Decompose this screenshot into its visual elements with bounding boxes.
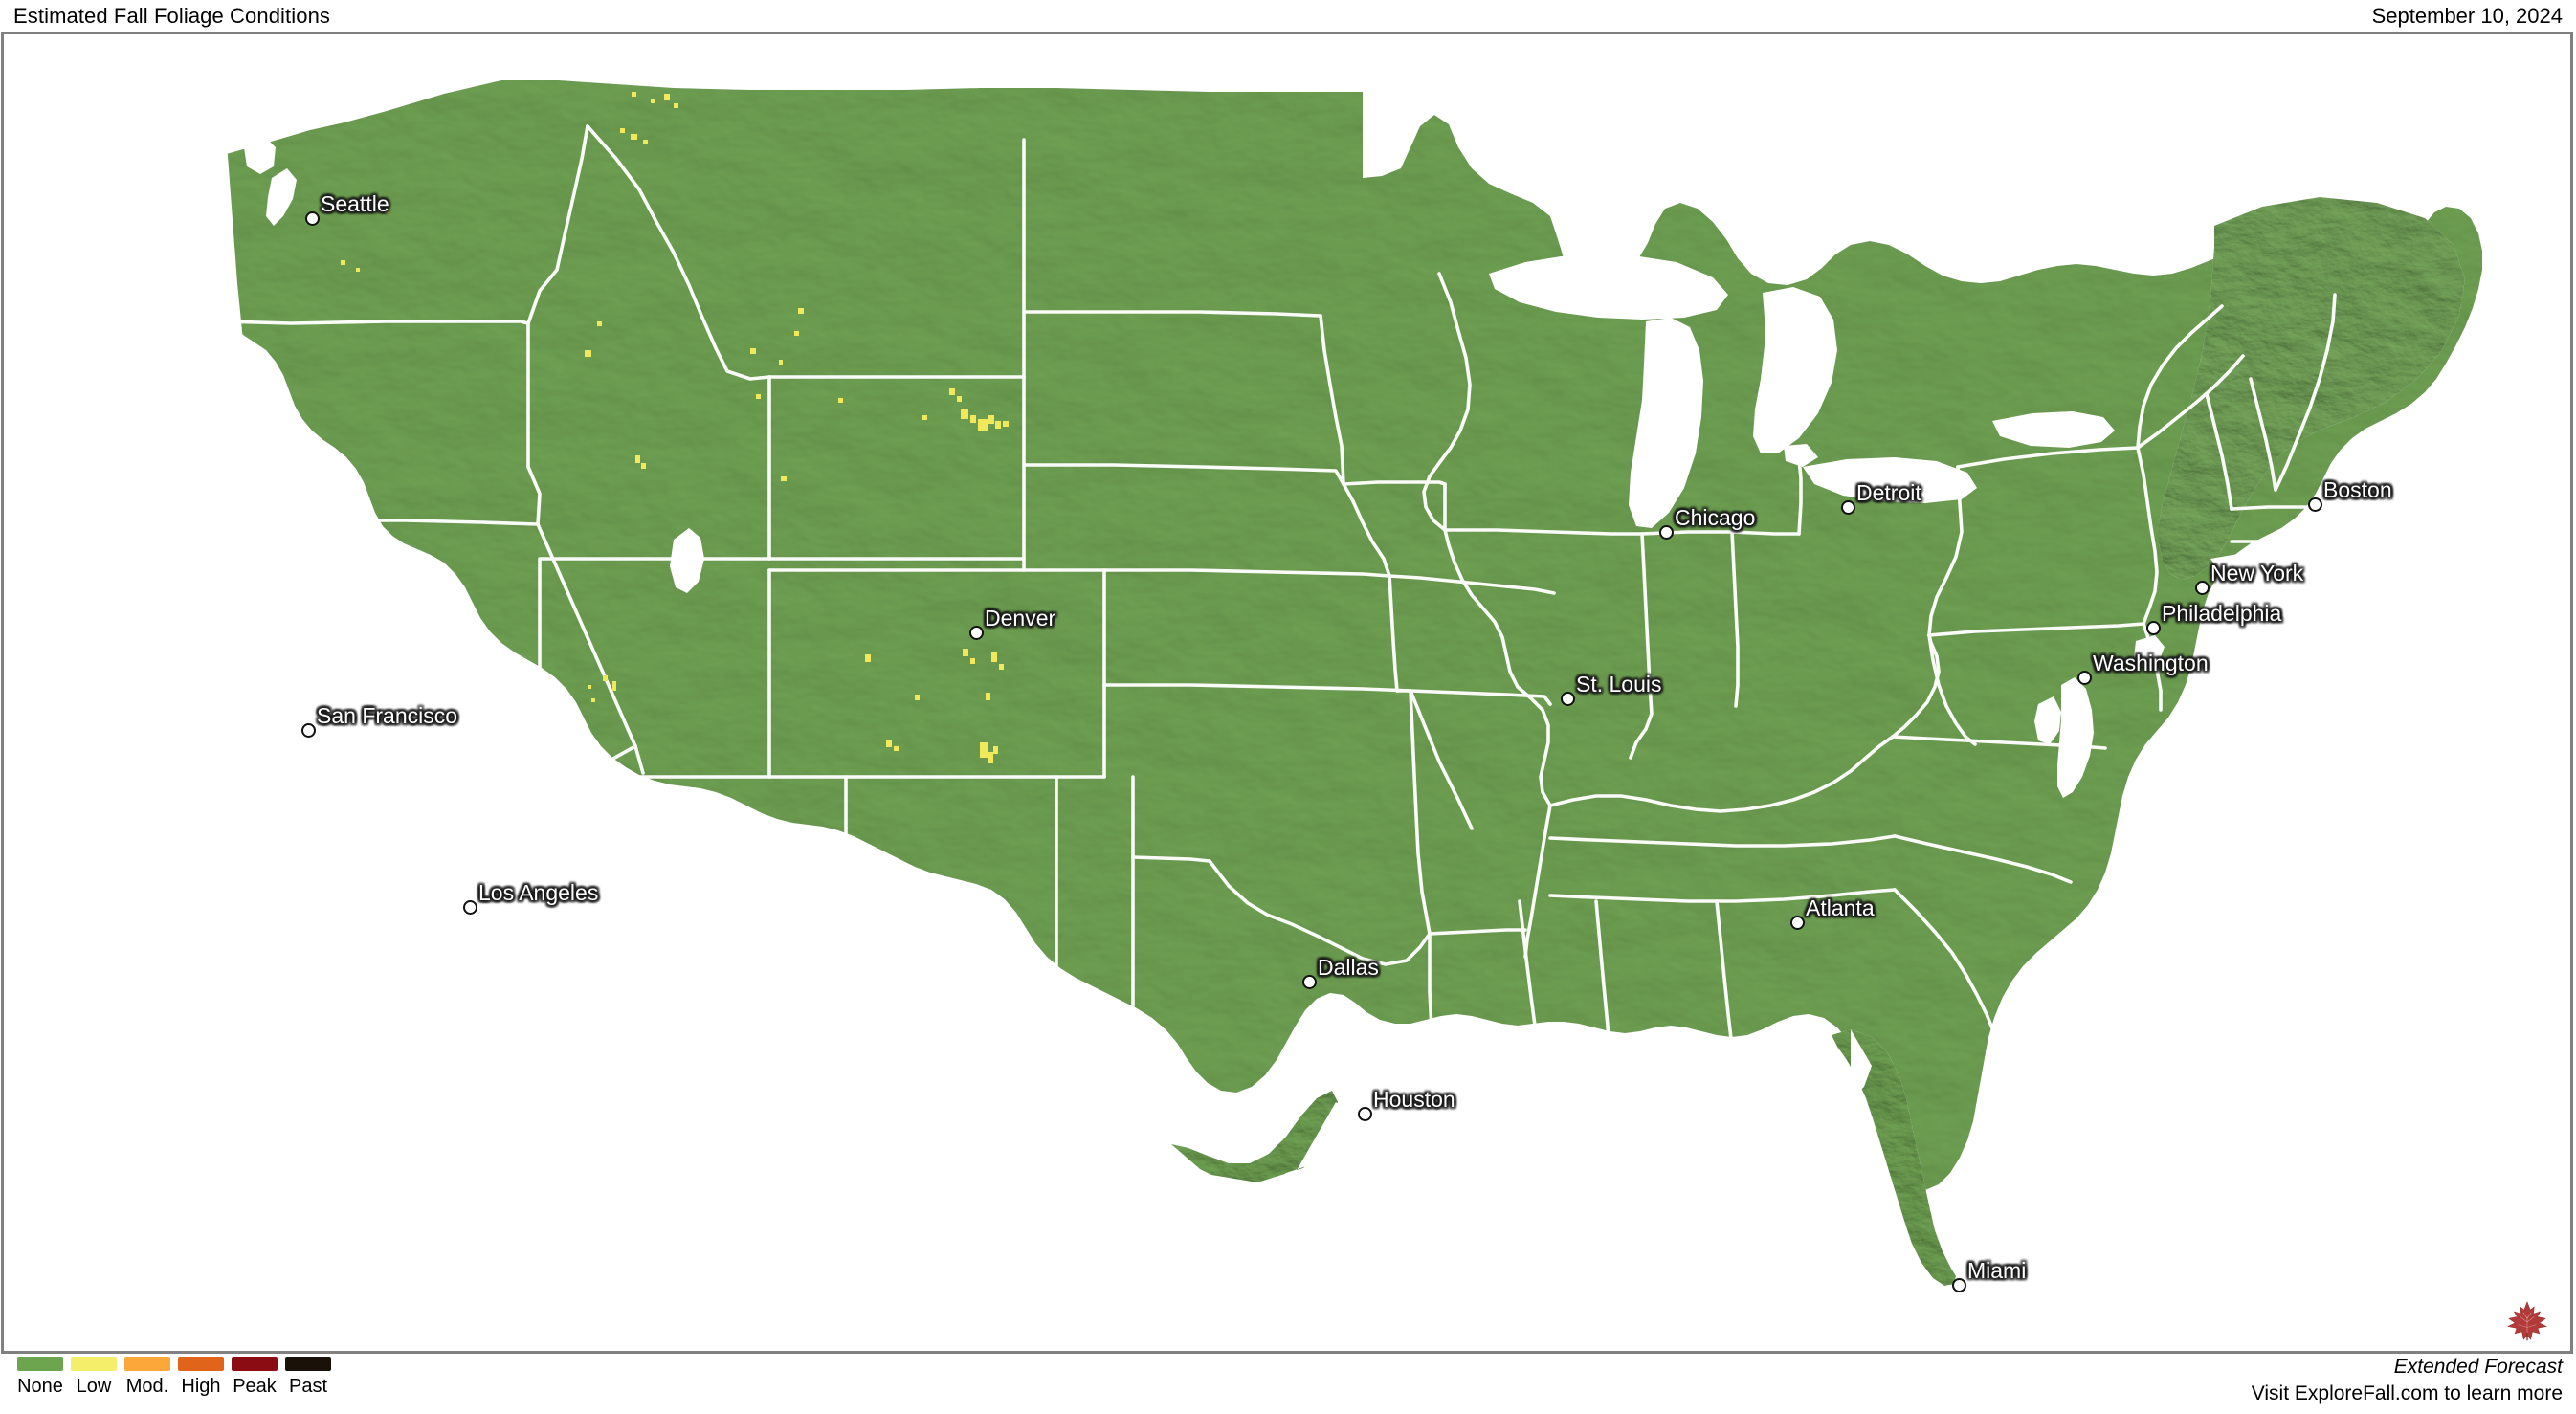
legend-item-peak: Peak — [228, 1357, 281, 1397]
page-header: Estimated Fall Foliage Conditions Septem… — [0, 0, 2576, 32]
legend-swatch — [17, 1357, 63, 1371]
legend-label: Past — [288, 1376, 328, 1397]
foliage-map[interactable]: Seattle San Francisco Los Angeles Denver… — [1, 32, 2573, 1354]
extended-forecast-link[interactable]: Extended Forecast — [2252, 1354, 2563, 1381]
legend-swatch — [124, 1357, 170, 1371]
legend-item-low: Low — [67, 1357, 121, 1397]
legend-label: None — [17, 1376, 63, 1397]
city-dot — [304, 210, 320, 226]
city-dot — [462, 899, 477, 915]
map-date: September 10, 2024 — [2371, 3, 2563, 28]
legend-label: Mod. — [125, 1376, 169, 1397]
city-dot — [1301, 974, 1317, 989]
legend-swatch — [178, 1357, 224, 1371]
legend-item-past: Past — [281, 1357, 335, 1397]
city-dot — [1658, 524, 1674, 540]
legend-label: Low — [76, 1376, 112, 1397]
legend-item-none: None — [13, 1357, 67, 1397]
foliage-legend: None Low Mod. High Peak Past — [13, 1357, 335, 1397]
city-dot — [300, 722, 316, 738]
maple-leaf-logo — [2505, 1299, 2549, 1343]
city-dot — [968, 625, 984, 640]
city-dot — [1560, 691, 1575, 706]
legend-swatch — [285, 1357, 331, 1371]
legend-swatch — [71, 1357, 117, 1371]
legend-item-high: High — [174, 1357, 228, 1397]
city-dot — [1951, 1277, 1966, 1292]
page-footer: None Low Mod. High Peak Past Extended Fo… — [0, 1354, 2576, 1414]
city-dot — [2145, 620, 2161, 635]
city-dot — [1357, 1106, 1372, 1121]
city-dot — [1789, 915, 1805, 930]
page-title: Estimated Fall Foliage Conditions — [13, 3, 331, 28]
city-dot — [2076, 670, 2092, 685]
legend-swatch — [232, 1357, 278, 1371]
city-dot — [1840, 499, 1855, 515]
city-dot — [2194, 580, 2210, 595]
city-dot — [2307, 497, 2322, 512]
footer-note: Visit ExploreFall.com to learn more — [2251, 1382, 2563, 1404]
map-canvas — [4, 34, 2570, 1351]
legend-label: High — [181, 1376, 221, 1397]
legend-item-moderate: Mod. — [121, 1357, 174, 1397]
footer-right: Extended Forecast Visit ExploreFall.com … — [2252, 1354, 2563, 1407]
legend-label: Peak — [233, 1376, 277, 1397]
